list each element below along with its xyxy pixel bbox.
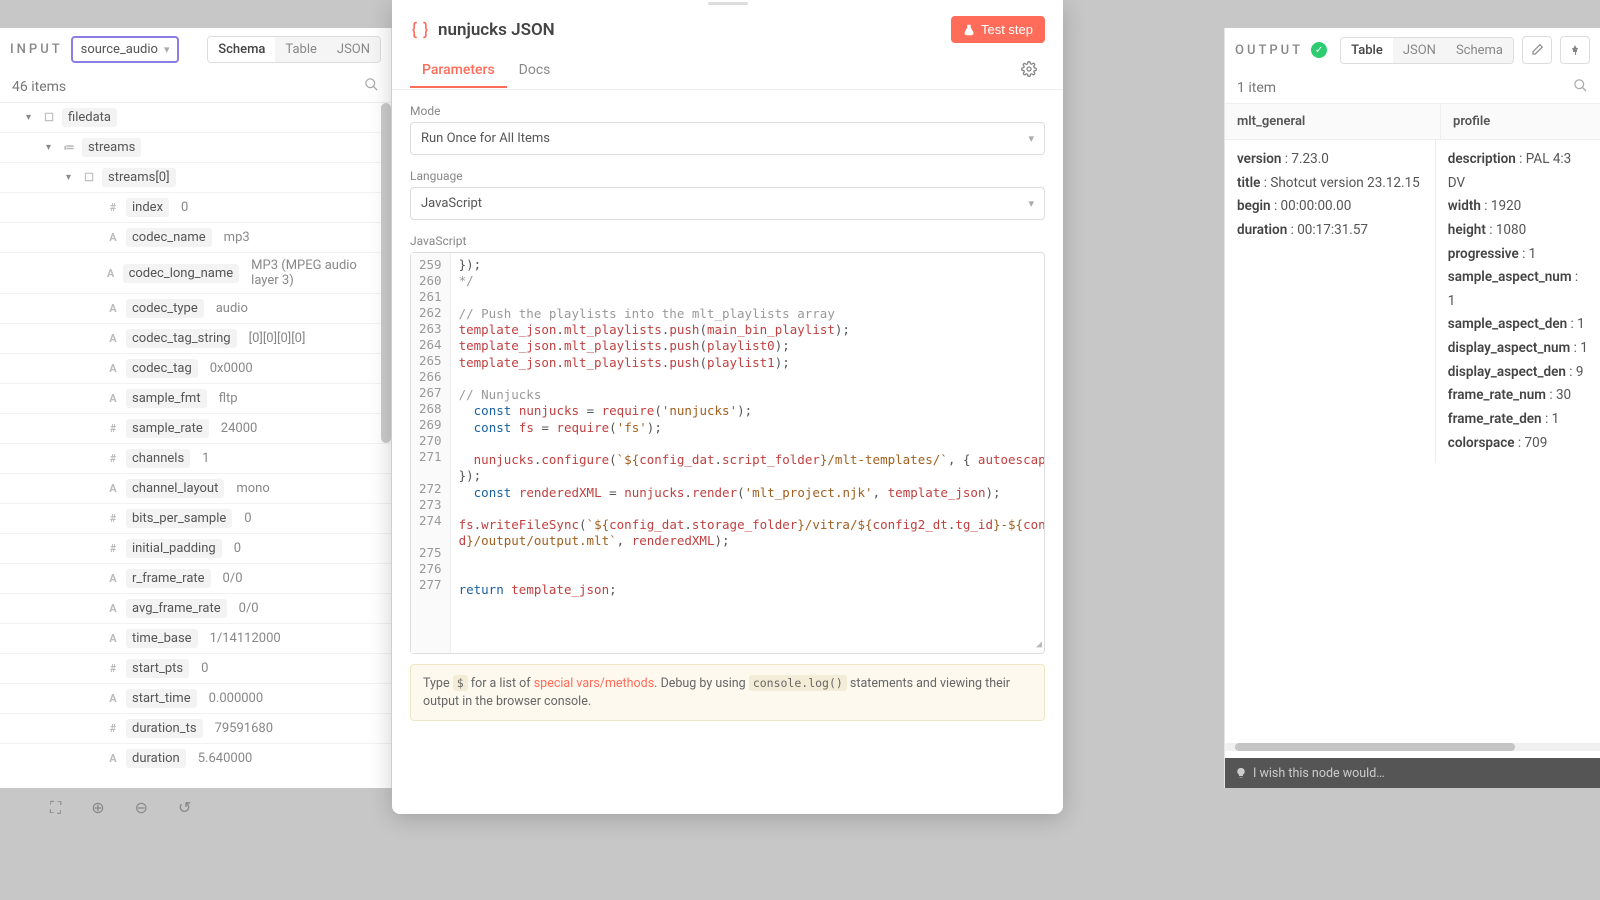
search-icon[interactable]	[364, 77, 379, 96]
special-vars-link[interactable]: special vars/methods	[534, 676, 654, 691]
scrollbar[interactable]	[381, 103, 391, 443]
input-view-schema[interactable]: Schema	[208, 37, 275, 62]
input-panel: INPUT source_audio▾ Schema Table JSON 46…	[0, 28, 392, 788]
horizontal-scrollbar[interactable]	[1225, 743, 1600, 751]
code-gutter: 2592602612622632642652662672682692702712…	[411, 253, 451, 653]
chevron-down-icon: ▾	[1028, 197, 1034, 210]
tree-row[interactable]: #initial_padding0	[0, 534, 391, 564]
input-view-tabs: Schema Table JSON	[207, 36, 381, 63]
tab-docs[interactable]: Docs	[507, 54, 563, 88]
tree-row[interactable]: ▾☐filedata	[0, 103, 391, 133]
input-items-count: 46 items	[12, 79, 66, 95]
mode-select[interactable]: Run Once for All Items▾	[410, 122, 1045, 155]
tree-row[interactable]: #duration_ts79591680	[0, 714, 391, 744]
status-ok-icon: ✓	[1311, 42, 1327, 58]
mode-label: Mode	[410, 104, 1045, 118]
input-view-table[interactable]: Table	[275, 37, 326, 62]
output-items-count: 1 item	[1237, 80, 1276, 96]
input-label: INPUT	[10, 42, 63, 57]
tree-row[interactable]: Acodec_namemp3	[0, 223, 391, 253]
zoom-in-icon[interactable]: ⊕	[91, 798, 104, 818]
tree-row[interactable]: Ar_frame_rate0/0	[0, 564, 391, 594]
tree-row[interactable]: Acodec_tag0x0000	[0, 354, 391, 384]
footer-hint[interactable]: I wish this node would…	[1225, 758, 1600, 788]
language-label: Language	[410, 169, 1045, 183]
gear-icon[interactable]	[1013, 53, 1045, 89]
output-panel: OUTPUT ✓ Table JSON Schema 1 item mlt_ge…	[1224, 28, 1600, 788]
resize-handle-icon[interactable]: ◢	[1036, 638, 1042, 651]
tree-row[interactable]: Atime_base1/14112000	[0, 624, 391, 654]
output-view-tabs: Table JSON Schema	[1340, 37, 1514, 64]
tree-row[interactable]: Acodec_long_nameMP3 (MPEG audio layer 3)	[0, 253, 391, 294]
node-title: nunjucks JSON	[438, 20, 951, 40]
tree-row[interactable]: #channels1	[0, 444, 391, 474]
language-select[interactable]: JavaScript▾	[410, 187, 1045, 220]
output-col1-values: version : 7.23.0title : Shotcut version …	[1225, 140, 1436, 463]
tree-row[interactable]: #start_pts0	[0, 654, 391, 684]
code-editor[interactable]: 2592602612622632642652662672682692702712…	[410, 252, 1045, 654]
edit-icon[interactable]	[1522, 36, 1552, 64]
tree-row[interactable]: ▾≔streams	[0, 133, 391, 163]
zoom-out-icon[interactable]: ⊖	[135, 798, 148, 818]
input-source-select[interactable]: source_audio▾	[71, 36, 180, 63]
tree-row[interactable]: Aduration5.640000	[0, 744, 391, 772]
bottom-toolbar: ⛶ ⊕ ⊖ ↺	[50, 798, 191, 818]
tree-row[interactable]: ▾☐streams[0]	[0, 163, 391, 193]
tree-row[interactable]: Achannel_layoutmono	[0, 474, 391, 504]
output-col-profile[interactable]: profile	[1441, 104, 1502, 139]
node-modal: nunjucks JSON Test step Parameters Docs …	[392, 0, 1063, 814]
tree-row[interactable]: Asample_fmtfltp	[0, 384, 391, 414]
tree-row[interactable]: Astart_time0.000000	[0, 684, 391, 714]
output-col2-values: description : PAL 4:3 DVwidth : 1920heig…	[1436, 140, 1600, 463]
braces-icon	[410, 20, 430, 40]
chevron-down-icon: ▾	[164, 43, 170, 56]
code-content[interactable]: });*/ // Push the playlists into the mlt…	[451, 253, 1044, 653]
bulb-icon	[1235, 767, 1247, 779]
output-table[interactable]: mlt_general profile version : 7.23.0titl…	[1225, 103, 1600, 743]
output-col-mlt-general[interactable]: mlt_general	[1225, 104, 1441, 139]
chevron-down-icon: ▾	[1028, 132, 1034, 145]
pin-icon[interactable]	[1560, 36, 1590, 64]
tree-row[interactable]: Acodec_tag_string[0][0][0][0]	[0, 324, 391, 354]
fullscreen-icon[interactable]: ⛶	[50, 798, 61, 818]
output-view-table[interactable]: Table	[1341, 38, 1393, 63]
tip-box: Type $ for a list of special vars/method…	[410, 664, 1045, 721]
output-view-json[interactable]: JSON	[1393, 38, 1446, 63]
tree-row[interactable]: #sample_rate24000	[0, 414, 391, 444]
code-label: JavaScript	[410, 234, 1045, 248]
tab-parameters[interactable]: Parameters	[410, 54, 507, 88]
tree-row[interactable]: #bits_per_sample0	[0, 504, 391, 534]
tree-row[interactable]: Aavg_frame_rate0/0	[0, 594, 391, 624]
output-view-schema[interactable]: Schema	[1446, 38, 1513, 63]
tree-row[interactable]: #index0	[0, 193, 391, 223]
input-tree[interactable]: ▾☐filedata▾≔streams▾☐streams[0]#index0Ac…	[0, 102, 391, 772]
reset-icon[interactable]: ↺	[178, 798, 191, 818]
output-label: OUTPUT	[1235, 43, 1303, 58]
input-view-json[interactable]: JSON	[327, 37, 380, 62]
tree-row[interactable]: Acodec_typeaudio	[0, 294, 391, 324]
test-step-button[interactable]: Test step	[951, 16, 1045, 43]
search-icon[interactable]	[1573, 78, 1588, 97]
